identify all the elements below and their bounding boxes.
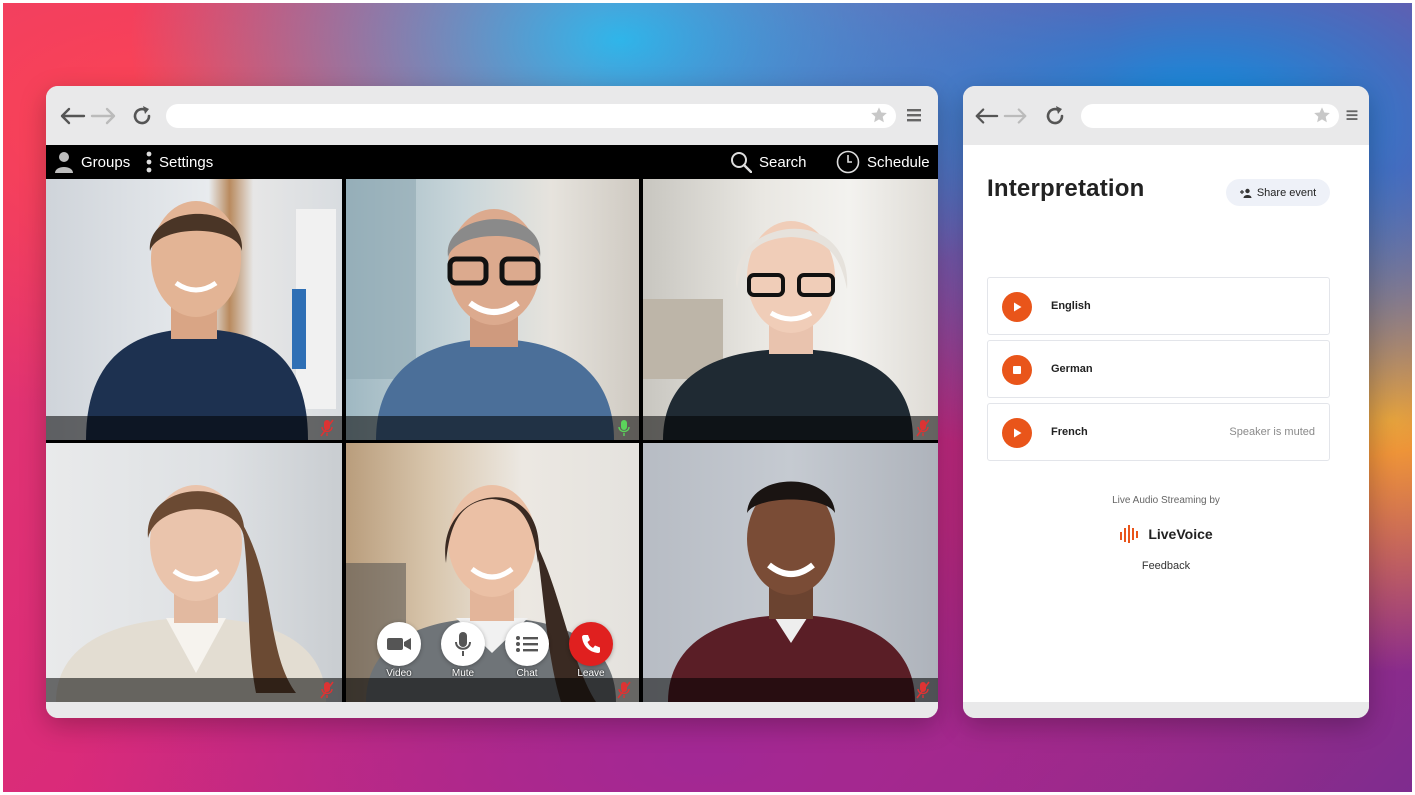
bookmark-star-icon[interactable] — [870, 106, 888, 124]
tile-status-bar — [643, 678, 938, 702]
page-title: Interpretation — [987, 175, 1145, 202]
mute-label: Mute — [451, 668, 475, 679]
participant-video — [86, 201, 336, 440]
video-camera-icon — [377, 622, 421, 666]
video-app-menu-bar: Groups Settings Search Schedule — [46, 145, 938, 179]
interpretation-page: Interpretation Share event English Germa… — [963, 145, 1369, 702]
chat-list-icon — [505, 622, 549, 666]
leave-label: Leave — [577, 668, 605, 679]
participant-video — [668, 481, 915, 702]
chat-button[interactable]: Chat — [504, 622, 550, 679]
search-menu-item[interactable]: Search — [730, 145, 807, 179]
feedback-link[interactable]: Feedback — [963, 560, 1369, 572]
tile-status-bar — [46, 678, 342, 702]
groups-label: Groups — [81, 153, 131, 171]
mic-muted-icon — [916, 419, 930, 437]
mic-active-icon — [618, 420, 630, 436]
hamburger-menu-icon[interactable] — [905, 106, 923, 124]
address-bar[interactable] — [1081, 104, 1339, 128]
participant-tile[interactable] — [643, 443, 938, 702]
powered-by-text: Live Audio Streaming by — [1112, 495, 1220, 506]
phone-hangup-icon — [569, 622, 613, 666]
participant-tile[interactable] — [643, 179, 938, 440]
vertical-dots-icon — [146, 151, 152, 173]
mic-muted-icon — [320, 681, 334, 699]
schedule-menu-item[interactable]: Schedule — [836, 145, 930, 179]
browser-toolbar — [46, 86, 938, 145]
reload-icon[interactable] — [1043, 104, 1067, 128]
address-bar[interactable] — [166, 104, 896, 128]
call-controls: Video Mute Chat Leave — [376, 622, 616, 694]
interpretation-browser-window: Interpretation Share event English Germa… — [963, 86, 1369, 718]
mic-muted-icon — [320, 419, 334, 437]
schedule-label: Schedule — [867, 153, 930, 171]
participant-video-grid: Video Mute Chat Leave — [46, 179, 938, 702]
forward-arrow-icon[interactable] — [90, 104, 118, 128]
video-call-browser-window: Groups Settings Search Schedule Video Mu… — [46, 86, 938, 718]
video-button[interactable]: Video — [376, 622, 422, 679]
livevoice-logo[interactable]: LiveVoice — [963, 525, 1369, 543]
language-status: Speaker is muted — [1229, 426, 1315, 438]
share-event-label: Share event — [1256, 186, 1317, 199]
language-row-french[interactable]: French Speaker is muted — [987, 403, 1330, 461]
brand-name: LiveVoice — [1148, 526, 1213, 542]
stop-icon[interactable] — [1002, 355, 1032, 385]
window-bottom-strip — [46, 702, 938, 718]
search-label: Search — [759, 153, 807, 171]
back-arrow-icon[interactable] — [973, 104, 999, 128]
language-row-english[interactable]: English — [987, 277, 1330, 335]
reload-icon[interactable] — [130, 104, 154, 128]
participant-tile[interactable] — [346, 179, 639, 440]
mute-button[interactable]: Mute — [440, 622, 486, 679]
leave-button[interactable]: Leave — [568, 622, 614, 679]
person-icon — [55, 152, 73, 173]
mic-muted-icon — [916, 681, 930, 699]
back-arrow-icon[interactable] — [58, 104, 86, 128]
bookmark-star-icon[interactable] — [1313, 106, 1331, 124]
settings-menu-item[interactable]: Settings — [146, 145, 213, 179]
clock-icon — [836, 150, 860, 174]
play-icon[interactable] — [1002, 418, 1032, 448]
tile-status-bar — [346, 416, 639, 440]
play-icon[interactable] — [1002, 292, 1032, 322]
participant-video — [643, 221, 913, 440]
language-name: German — [1051, 363, 1093, 375]
hamburger-menu-icon[interactable] — [1345, 106, 1359, 124]
participant-video — [346, 179, 614, 440]
forward-arrow-icon[interactable] — [1003, 104, 1029, 128]
mic-muted-icon — [617, 681, 631, 699]
sound-bars-logo-icon — [1120, 525, 1139, 543]
language-name: English — [1051, 300, 1091, 312]
language-row-german[interactable]: German — [987, 340, 1330, 398]
participant-tile[interactable] — [46, 443, 342, 702]
video-label: Video — [386, 668, 412, 679]
browser-toolbar — [963, 86, 1369, 145]
groups-menu-item[interactable]: Groups — [54, 145, 130, 179]
tile-status-bar — [643, 416, 938, 440]
share-event-button[interactable]: Share event — [1226, 179, 1330, 206]
language-name: French — [1051, 426, 1088, 438]
window-bottom-strip — [963, 702, 1369, 718]
search-icon — [731, 152, 752, 173]
settings-label: Settings — [159, 153, 214, 171]
tile-status-bar — [46, 416, 342, 440]
participant-video — [56, 485, 326, 702]
participant-tile[interactable] — [46, 179, 342, 440]
chat-label: Chat — [516, 668, 538, 679]
microphone-icon — [441, 622, 485, 666]
add-person-icon — [1239, 188, 1252, 198]
